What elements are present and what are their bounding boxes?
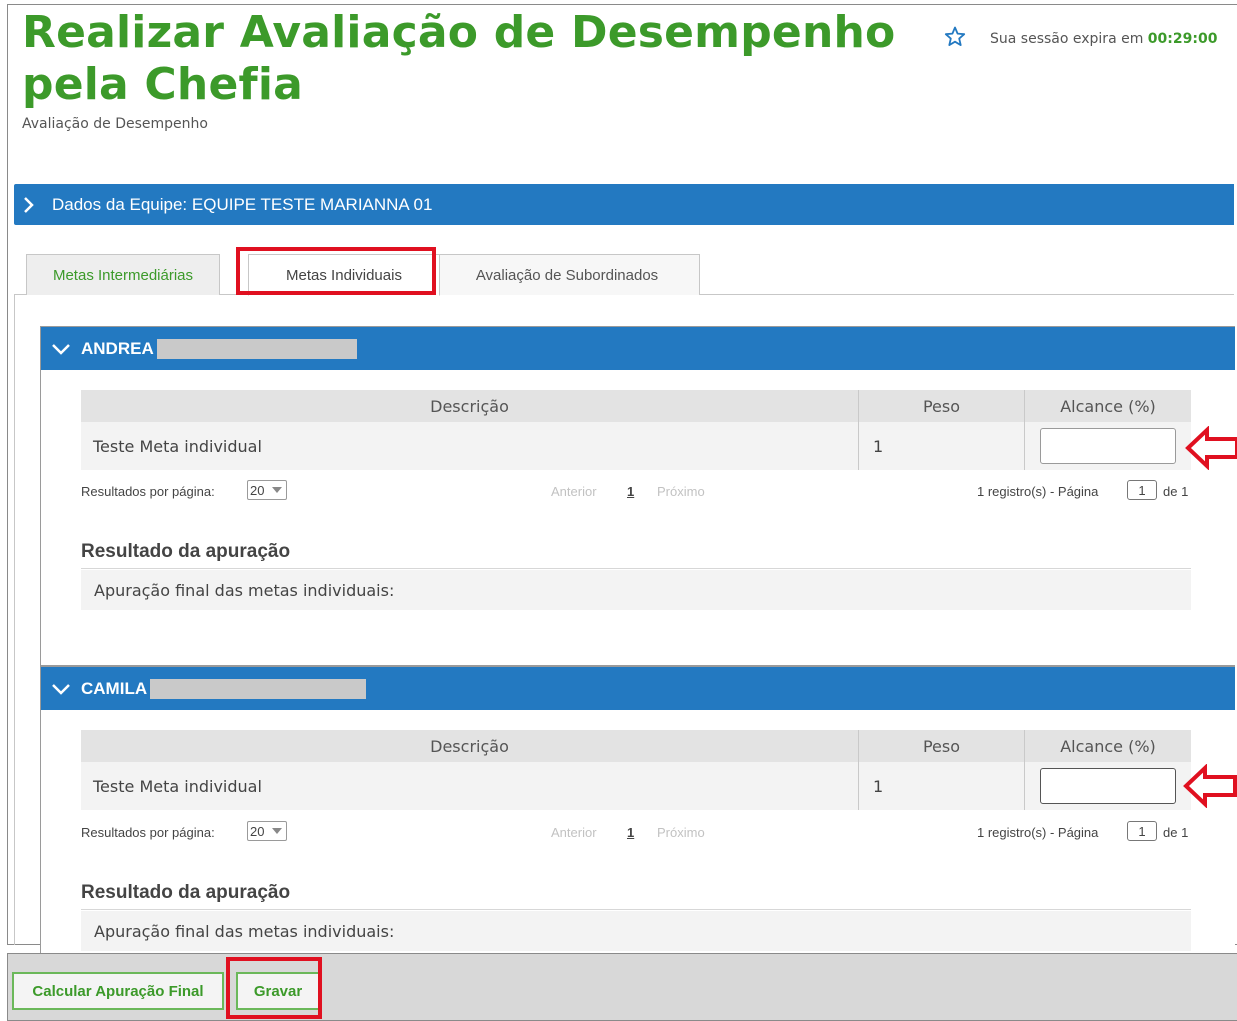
person-name: ANDREA (81, 338, 154, 358)
page-total: de 1 (1163, 825, 1189, 840)
col-descricao: Descrição (430, 396, 509, 416)
tab-bar: Metas Intermediárias Metas Individuais A… (14, 250, 1234, 296)
page-input[interactable]: 1 (1127, 480, 1157, 500)
chevron-down-icon (41, 342, 81, 356)
highlight-box (226, 957, 322, 1019)
reach-input[interactable] (1040, 428, 1176, 464)
pagination: Resultados por página: 20 Anterior 1 Pró… (81, 480, 1191, 504)
redacted-surname (156, 338, 357, 359)
page-number-link[interactable]: 1 (627, 484, 634, 499)
col-alcance: Alcance (%) (1024, 390, 1191, 422)
page-number-link[interactable]: 1 (627, 825, 634, 840)
next-page-link[interactable]: Próximo (657, 825, 705, 840)
col-peso: Peso (858, 730, 1024, 762)
goals-table: Descrição Peso Alcance (%) Teste Meta in… (81, 390, 1191, 470)
page-title: Realizar Avaliação de Desempenho pela Ch… (22, 7, 896, 110)
redacted-surname (150, 678, 367, 699)
col-descricao: Descrição (430, 736, 509, 756)
next-page-link[interactable]: Próximo (657, 484, 705, 499)
result-title: Resultado da apuração (81, 882, 291, 903)
table-header: Descrição Peso Alcance (%) (81, 730, 1191, 762)
page-subtitle: Avaliação de Desempenho (22, 116, 208, 132)
records-info: 1 registro(s) - Página (977, 825, 1099, 840)
rpp-select[interactable]: 20 (247, 480, 287, 500)
row-description: Teste Meta individual (93, 436, 262, 456)
chevron-down-icon (272, 828, 282, 834)
result-text: Apuração final das metas individuais: (81, 911, 1191, 951)
pagination: Resultados por página: 20 Anterior 1 Pró… (81, 821, 1191, 845)
col-peso: Peso (858, 390, 1024, 422)
rpp-label: Resultados por página: (81, 484, 215, 499)
table-row: Teste Meta individual 1 (81, 762, 1191, 810)
calculate-final-button[interactable]: Calcular Apuração Final (12, 972, 224, 1010)
rpp-label: Resultados por página: (81, 825, 215, 840)
highlight-box (236, 247, 436, 295)
session-label: Sua sessão expira em (990, 31, 1144, 47)
row-weight: 1 (858, 422, 1024, 470)
session-time: 00:29:00 (1147, 31, 1218, 47)
session-timer: Sua sessão expira em 00:29:00 (990, 31, 1217, 47)
chevron-right-icon (14, 184, 44, 225)
col-alcance: Alcance (%) (1024, 730, 1191, 762)
reach-cell (1024, 422, 1191, 470)
prev-page-link[interactable]: Anterior (551, 484, 597, 499)
records-info: 1 registro(s) - Página (977, 484, 1099, 499)
chevron-down-icon (41, 682, 81, 696)
team-section-header[interactable]: Dados da Equipe: EQUIPE TESTE MARIANNA 0… (14, 184, 1234, 225)
page-input[interactable]: 1 (1127, 821, 1157, 841)
row-description: Teste Meta individual (93, 776, 262, 796)
divider (81, 909, 1191, 910)
star-icon[interactable] (943, 25, 967, 49)
chevron-down-icon (272, 487, 282, 493)
prev-page-link[interactable]: Anterior (551, 825, 597, 840)
reach-cell (1024, 762, 1191, 810)
rpp-value: 20 (250, 823, 265, 839)
rpp-select[interactable]: 20 (247, 821, 287, 841)
row-weight: 1 (858, 762, 1024, 810)
rpp-value: 20 (250, 482, 265, 498)
action-footer: Calcular Apuração Final Gravar (7, 953, 1237, 1021)
person-panel-camila: CAMILA Descrição Peso Alcance (%) Teste … (40, 666, 1235, 956)
tab-avaliacao-subordinados[interactable]: Avaliação de Subordinados (434, 254, 700, 295)
tab-metas-intermediarias[interactable]: Metas Intermediárias (26, 254, 220, 295)
person-name: CAMILA (81, 678, 148, 698)
table-row: Teste Meta individual 1 (81, 422, 1191, 470)
goals-table: Descrição Peso Alcance (%) Teste Meta in… (81, 730, 1191, 810)
page-total: de 1 (1163, 484, 1189, 499)
person-header[interactable]: ANDREA (41, 327, 1235, 370)
result-text: Apuração final das metas individuais: (81, 570, 1191, 610)
result-title: Resultado da apuração (81, 541, 291, 562)
divider (81, 568, 1191, 569)
arrow-left-icon (1183, 764, 1237, 808)
person-panel-andrea: ANDREA Descrição Peso Alcance (%) Teste … (40, 326, 1235, 666)
team-label: Dados da Equipe: EQUIPE TESTE MARIANNA 0… (52, 194, 433, 214)
reach-input[interactable] (1040, 768, 1176, 804)
table-header: Descrição Peso Alcance (%) (81, 390, 1191, 422)
person-header[interactable]: CAMILA (41, 667, 1235, 710)
arrow-left-icon (1185, 426, 1237, 470)
